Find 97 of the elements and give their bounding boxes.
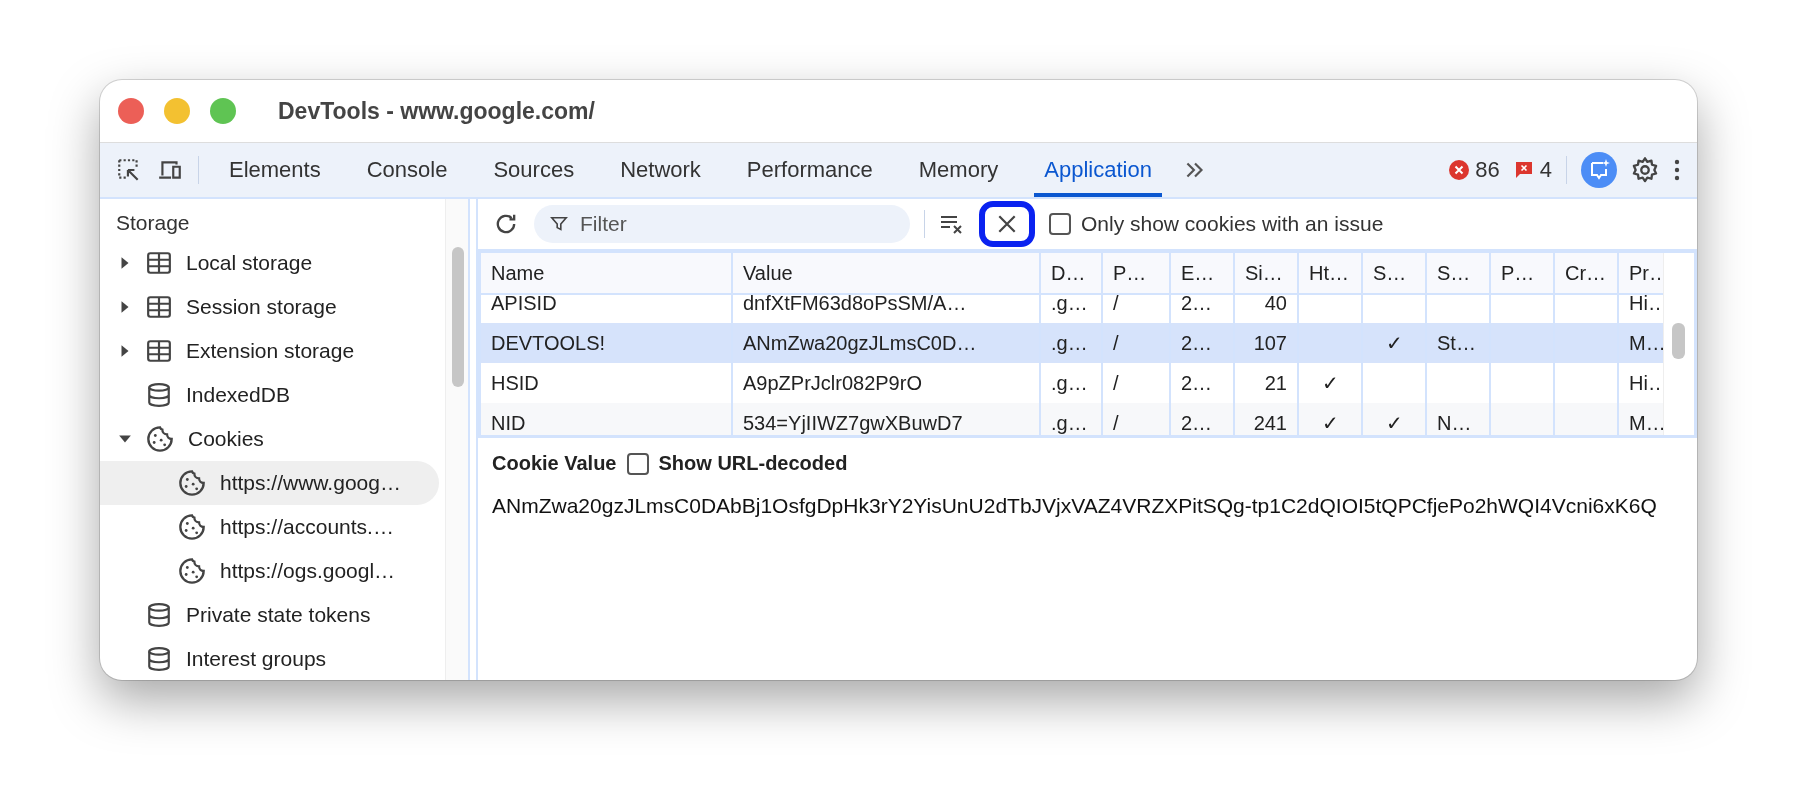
- column-header[interactable]: Si…: [1235, 253, 1299, 293]
- sidebar-item[interactable]: Session storage: [100, 285, 439, 329]
- column-header[interactable]: S…: [1427, 253, 1491, 293]
- sidebar-item[interactable]: Private state tokens: [100, 593, 439, 637]
- table-cell: Hi…: [1629, 371, 1663, 395]
- table-cell: APISID: [491, 295, 557, 315]
- checkbox-label[interactable]: Only show cookies with an issue: [1081, 212, 1384, 236]
- checkbox-label[interactable]: Show URL-decoded: [658, 452, 848, 475]
- error-count[interactable]: 86: [1475, 157, 1500, 183]
- filter-icon: [550, 215, 568, 233]
- table-cell: 2…: [1181, 295, 1213, 315]
- table-cell: HSID: [491, 371, 539, 395]
- table-cell: 2…: [1181, 411, 1213, 435]
- ai-assistant-icon[interactable]: [1581, 152, 1617, 188]
- table-cell: M…: [1629, 411, 1663, 435]
- sidebar-item[interactable]: IndexedDB: [100, 373, 439, 417]
- panel-tab[interactable]: Memory: [908, 143, 1009, 197]
- column-header[interactable]: Name: [481, 253, 733, 293]
- column-header[interactable]: Cr…: [1555, 253, 1619, 293]
- window-title: DevTools - www.google.com/: [278, 97, 595, 125]
- panel-tab[interactable]: Performance: [736, 143, 883, 197]
- sidebar-item[interactable]: Extension storage: [100, 329, 439, 373]
- sidebar-item[interactable]: https://www.goog…: [100, 461, 439, 505]
- column-header[interactable]: Ht…: [1299, 253, 1363, 293]
- sidebar-item[interactable]: https://accounts.…: [100, 505, 439, 549]
- table-cell: NID: [491, 411, 526, 435]
- table-cell: 2…: [1181, 371, 1213, 395]
- settings-icon[interactable]: [1631, 156, 1659, 184]
- table-cell: dnfXtFM63d8oPsSM/A…: [743, 295, 967, 315]
- table-row[interactable]: NID 534=YjIIWZ7gwXBuwD7 .g… / 2… 241 ✓ ✓ N… M…: [481, 403, 1663, 435]
- cookie-value-label: Cookie Value: [492, 452, 617, 475]
- cookie-value-text: ANmZwa20gzJLmsC0DAbBj1OsfgDpHk3rY2YisUnU2dTbJVjxVAZ4VRZXPitSQg-tp1C2dQIOI5tQPCfjePo2hWQI4Vcni6xK6Q: [492, 493, 1658, 519]
- panel-tab[interactable]: Sources: [483, 143, 585, 197]
- panel-tab[interactable]: Application: [1034, 143, 1162, 197]
- table-cell: /: [1113, 411, 1119, 435]
- issue-count[interactable]: 4: [1539, 157, 1552, 183]
- table-icon: [146, 250, 172, 276]
- column-header[interactable]: P…: [1103, 253, 1171, 293]
- sidebar-item[interactable]: https://ogs.googl…: [100, 549, 439, 593]
- table-cell: .g…: [1051, 331, 1088, 355]
- table-cell: 40: [1264, 295, 1287, 315]
- scrollbar-thumb[interactable]: [1672, 323, 1685, 359]
- table-cell: ✓: [1385, 411, 1403, 435]
- table-cell: 534=YjIIWZ7gwXBuwD7: [743, 411, 963, 435]
- issue-flag-icon: [1513, 160, 1534, 180]
- table-cell: 21: [1264, 371, 1287, 395]
- column-header[interactable]: P…: [1491, 253, 1555, 293]
- error-icon: [1449, 160, 1470, 180]
- checkbox[interactable]: [626, 452, 649, 475]
- table-cell: A9pZPrJclr082P9rO: [743, 371, 922, 395]
- close-icon: [996, 213, 1018, 235]
- sidebar-item[interactable]: Interest groups: [100, 637, 439, 680]
- table-cell: 107: [1253, 331, 1287, 355]
- section-heading: Storage: [115, 210, 191, 236]
- scrollbar-thumb[interactable]: [452, 247, 464, 387]
- column-header[interactable]: D…: [1041, 253, 1103, 293]
- close-window-button[interactable]: [118, 98, 144, 124]
- column-header[interactable]: E…: [1171, 253, 1235, 293]
- table-cell: .g…: [1051, 371, 1088, 395]
- table-cell: 2…: [1181, 331, 1213, 355]
- panel-tab[interactable]: Network: [610, 143, 711, 197]
- table-cell: ANmZwa20gzJLmsC0D…: [743, 331, 977, 355]
- clear-button[interactable]: [979, 201, 1035, 247]
- clear-list-icon[interactable]: [939, 213, 965, 235]
- table-cell: Hi…: [1629, 295, 1663, 315]
- table-row[interactable]: DEVTOOLS! ANmZwa20gzJLmsC0D… .g… / 2… 107 ✓ St… M…: [481, 323, 1663, 363]
- table-cell: ✓: [1321, 411, 1339, 435]
- table-icon: [146, 294, 172, 320]
- table-cell: 241: [1253, 411, 1287, 435]
- checkbox[interactable]: [1049, 213, 1071, 235]
- cookie-icon: [178, 513, 206, 541]
- table-cell: St…: [1437, 331, 1476, 355]
- table-cell: /: [1113, 295, 1119, 315]
- column-header[interactable]: Value: [733, 253, 1041, 293]
- cookie-icon: [146, 425, 174, 453]
- table-cell: /: [1113, 331, 1119, 355]
- more-options-icon[interactable]: [1673, 158, 1681, 182]
- table-cell: N…: [1437, 411, 1472, 435]
- database-icon: [146, 382, 172, 408]
- panel-tab[interactable]: Console: [356, 143, 458, 197]
- panel-tab[interactable]: Elements: [219, 143, 331, 197]
- database-icon: [146, 602, 172, 628]
- table-cell: /: [1113, 371, 1119, 395]
- table-cell: .g…: [1051, 411, 1088, 435]
- table-cell: DEVTOOLS!: [491, 331, 606, 355]
- table-cell: M…: [1629, 331, 1663, 355]
- sidebar-item[interactable]: Local storage: [100, 241, 439, 285]
- cookie-icon: [178, 557, 206, 585]
- cookie-icon: [178, 469, 206, 497]
- table-icon: [146, 338, 172, 364]
- table-cell: ✓: [1321, 371, 1339, 395]
- table-cell: ✓: [1385, 331, 1403, 355]
- column-header[interactable]: S…: [1363, 253, 1427, 293]
- database-icon: [146, 646, 172, 672]
- sidebar-item[interactable]: Cookies: [100, 417, 439, 461]
- filter-field[interactable]: Filter: [534, 205, 910, 243]
- table-cell: .g…: [1051, 295, 1088, 315]
